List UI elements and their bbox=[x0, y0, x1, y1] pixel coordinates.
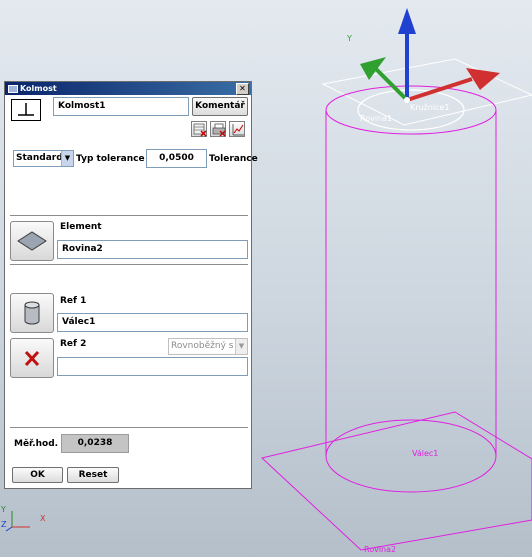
comment-button[interactable]: Komentář bbox=[192, 97, 248, 116]
plane-top-label: Rovina1 bbox=[360, 114, 393, 123]
corner-triad-y: Y bbox=[1, 505, 6, 514]
axis-z-arrowhead bbox=[398, 8, 416, 34]
graph-button[interactable] bbox=[229, 121, 245, 137]
print-button[interactable] bbox=[210, 121, 226, 137]
circle-top-label: Kružnice1 bbox=[410, 103, 450, 112]
plane-bottom-label: Rovina2 bbox=[364, 545, 397, 554]
tolerance-type-select[interactable]: Standard ▼ bbox=[13, 150, 74, 167]
ref1-input[interactable]: Válec1 bbox=[57, 313, 248, 332]
chevron-down-icon: ▼ bbox=[235, 339, 247, 354]
graph-icon bbox=[232, 124, 244, 136]
cylinder-bottom-ellipse bbox=[325, 419, 497, 493]
chevron-down-icon: ▼ bbox=[61, 151, 73, 166]
window-icon bbox=[8, 85, 18, 93]
tolerance-input[interactable]: 0,0500 bbox=[146, 149, 207, 168]
plane-icon bbox=[17, 231, 47, 251]
tolerance-type-value: Standard bbox=[16, 153, 63, 163]
element-select-button[interactable] bbox=[10, 221, 54, 261]
print-icon bbox=[212, 123, 226, 137]
measured-value: 0,0238 bbox=[61, 434, 129, 453]
ref2-mode-select[interactable]: Rovnoběžný s ▼ bbox=[168, 338, 248, 355]
element-input[interactable]: Rovina2 bbox=[57, 240, 248, 259]
axis-y-label: Y bbox=[347, 34, 352, 43]
element-label: Element bbox=[60, 222, 102, 232]
axis-y-shaft bbox=[373, 66, 409, 102]
delete-x-icon bbox=[24, 350, 40, 367]
cylinder-label: Válec1 bbox=[412, 449, 439, 458]
table-delete-button[interactable] bbox=[191, 121, 207, 137]
corner-triad-z: Z bbox=[1, 520, 7, 529]
tolerance-type-label: Typ tolerance bbox=[76, 154, 145, 164]
axis-x-shaft bbox=[406, 77, 473, 102]
reset-button[interactable]: Reset bbox=[67, 467, 119, 483]
table-delete-icon bbox=[193, 123, 207, 137]
separator bbox=[10, 264, 248, 265]
close-button[interactable]: ✕ bbox=[236, 83, 249, 95]
dialog-title: Kolmost bbox=[20, 84, 57, 93]
measured-label: Měř.hod. bbox=[14, 439, 59, 449]
plane-bottom-outline bbox=[260, 411, 532, 551]
perpendicularity-icon bbox=[11, 99, 41, 121]
cylinder-icon bbox=[24, 301, 40, 325]
ref1-select-button[interactable] bbox=[10, 293, 54, 333]
ref1-label: Ref 1 bbox=[60, 296, 87, 306]
corner-triad-x: X bbox=[40, 514, 46, 523]
name-input[interactable]: Kolmost1 bbox=[53, 97, 189, 116]
dialog-titlebar[interactable]: Kolmost ✕ bbox=[5, 82, 251, 95]
ref2-mode-value: Rovnoběžný s bbox=[171, 341, 234, 351]
tolerance-label: Tolerance bbox=[209, 154, 258, 164]
ok-button[interactable]: OK bbox=[12, 467, 63, 483]
separator bbox=[10, 215, 248, 216]
ref2-select-button[interactable] bbox=[10, 338, 54, 378]
separator bbox=[10, 427, 248, 428]
ref2-label: Ref 2 bbox=[60, 339, 87, 349]
ref2-input[interactable] bbox=[57, 357, 248, 376]
perpendicularity-dialog: Kolmost ✕ Kolmost1 Komentář Standard ▼ T… bbox=[4, 81, 258, 489]
corner-triad-icon bbox=[5, 511, 30, 532]
